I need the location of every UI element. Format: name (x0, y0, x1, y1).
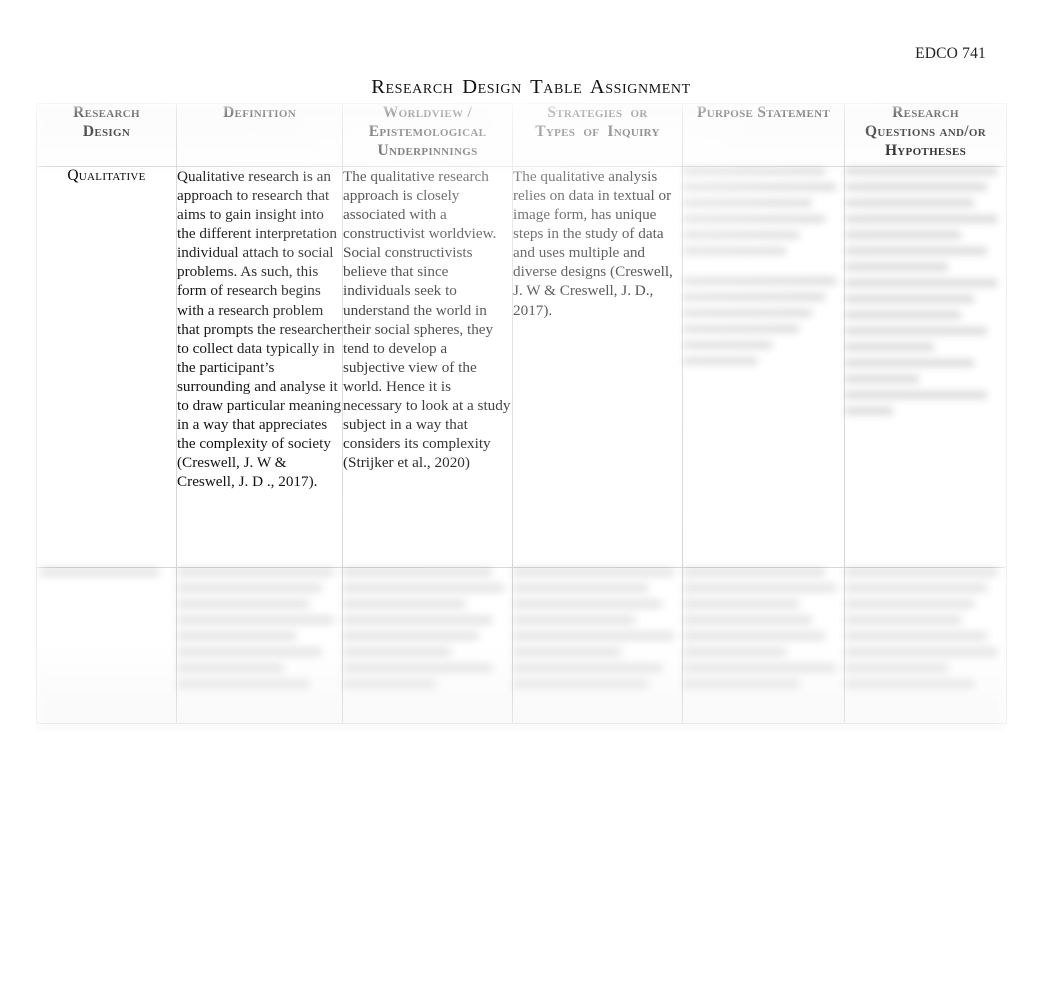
table-body: Qualitative Qualitative research is an a… (36, 166, 1007, 724)
redacted-content (177, 568, 342, 688)
table-header-row: Research Design Definition Worldview / E… (36, 103, 1007, 167)
table-row (36, 567, 1007, 724)
page-title: Research Design Table Assignment (371, 76, 691, 98)
redacted-content (845, 167, 1006, 415)
header-line: Research (892, 104, 959, 121)
header-line: Types of Inquiry (535, 122, 660, 140)
cell-strategies (512, 567, 683, 724)
redacted-content (845, 568, 1006, 688)
header-line: Epistemological (368, 122, 487, 140)
column-header-research-design: Research Design (36, 103, 177, 167)
redacted-content (683, 167, 844, 365)
header-line: Questions and/or (864, 122, 986, 140)
redacted-content (37, 568, 176, 576)
redacted-content (513, 568, 682, 688)
cell-worldview: The qualitative research approach is clo… (342, 166, 513, 568)
header-line: Definition (223, 104, 296, 121)
cell-definition (176, 567, 343, 724)
header-line: Hypotheses (884, 141, 967, 159)
column-header-strategies: Strategies or Types of Inquiry (512, 103, 683, 167)
document-page: EDCO 741 Research Design Table Assignmen… (0, 0, 1062, 1006)
research-design-table-container: Research Design Definition Worldview / E… (36, 103, 1007, 731)
redacted-content (343, 568, 512, 688)
header-line: Research (73, 104, 140, 121)
table-row: Qualitative Qualitative research is an a… (36, 166, 1007, 568)
header-line: Strategies or (547, 104, 648, 121)
header-line: Worldview / (382, 104, 473, 121)
header-line: Underpinnings (377, 141, 478, 159)
cell-purpose-statement (682, 567, 845, 724)
cell-research-questions (844, 166, 1007, 568)
cell-research-questions (844, 567, 1007, 724)
column-header-research-questions: Research Questions and/or Hypotheses (844, 103, 1007, 167)
cell-strategies: The qualitative analysis relies on data … (512, 166, 683, 568)
column-header-purpose-statement: Purpose Statement (682, 103, 845, 167)
running-header: EDCO 741 (915, 45, 986, 62)
column-header-worldview: Worldview / Epistemological Underpinning… (342, 103, 513, 167)
research-design-table: Research Design Definition Worldview / E… (36, 103, 1007, 724)
header-line: Purpose Statement (696, 104, 830, 121)
redacted-content (683, 568, 844, 688)
column-header-definition: Definition (176, 103, 343, 167)
cell-definition: Qualitative research is an approach to r… (176, 166, 343, 568)
cell-purpose-statement (682, 166, 845, 568)
cell-research-design: Qualitative (36, 166, 177, 568)
table-header: Research Design Definition Worldview / E… (36, 103, 1007, 167)
cell-research-design (36, 567, 177, 724)
cell-worldview (342, 567, 513, 724)
header-line: Design (82, 122, 131, 140)
